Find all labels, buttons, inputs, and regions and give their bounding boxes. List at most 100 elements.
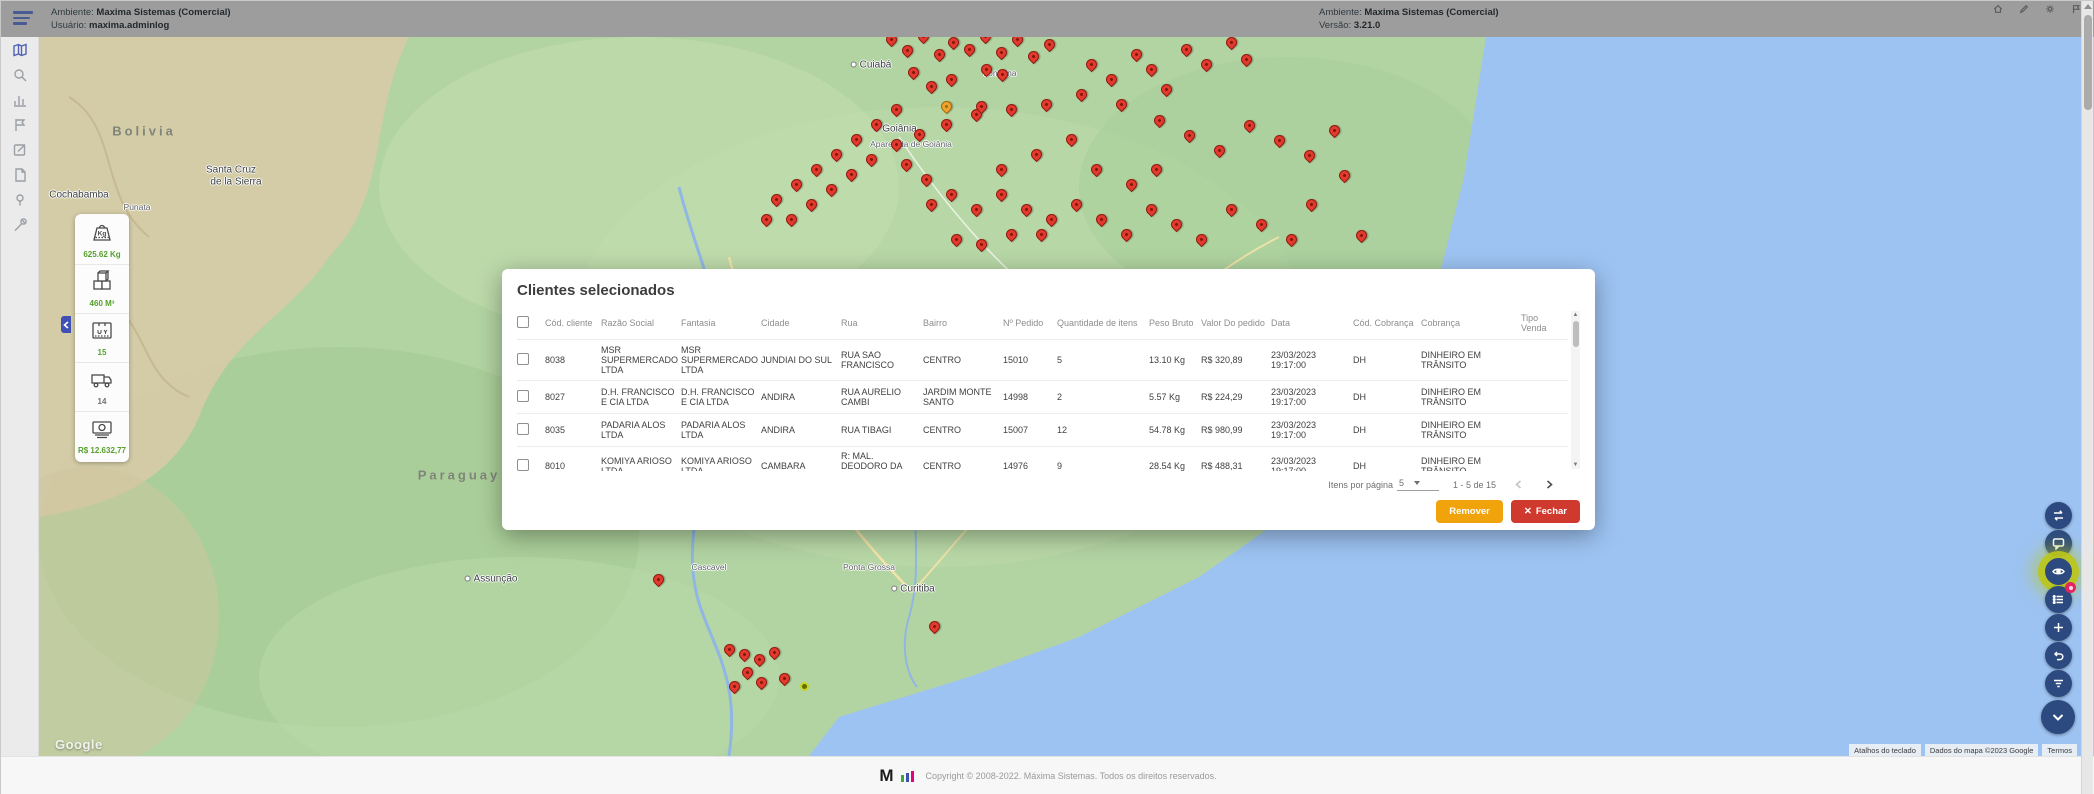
table-cell: 23/03/2023 19:17:00	[1271, 381, 1353, 414]
chevron-down-icon	[2050, 709, 2066, 725]
table-cell: ANDIRA	[761, 381, 841, 414]
table-row[interactable]: 8035PADARIA ALOS LTDAPADARIA ALOS LTDAAN…	[517, 414, 1568, 447]
close-icon: ✕	[1524, 506, 1532, 517]
table-row[interactable]: 8038MSR SUPERMERCADO LTDAMSR SUPERMERCAD…	[517, 340, 1568, 381]
table-cell: CENTRO	[923, 414, 1003, 447]
row-checkbox[interactable]	[517, 423, 529, 435]
keyboard-shortcuts-link[interactable]: Atalhos do teclado	[1849, 744, 1921, 756]
gear-icon[interactable]	[2045, 4, 2055, 14]
row-checkbox[interactable]	[517, 459, 529, 471]
eye-icon	[2052, 565, 2065, 578]
truck-icon	[89, 367, 115, 391]
clients-table-viewport: Cód. clienteRazão SocialFantasiaCidadeRu…	[517, 309, 1580, 471]
map-label: Punata	[124, 202, 151, 212]
flag-icon[interactable]	[2071, 4, 2081, 14]
sidebar-item-edit[interactable]	[1, 137, 39, 162]
prev-page-button[interactable]	[1510, 477, 1527, 492]
list-button[interactable]	[2045, 586, 2072, 613]
next-page-button[interactable]	[1541, 477, 1558, 492]
collapse-button[interactable]	[2041, 700, 2075, 734]
menu-icon[interactable]	[13, 11, 33, 27]
table-scrollbar-thumb[interactable]	[1573, 321, 1579, 347]
plus-icon	[2052, 621, 2065, 634]
svg-text:Kg: Kg	[98, 231, 107, 238]
table-cell: 23/03/2023 19:17:00	[1271, 447, 1353, 472]
column-header: Cód. Cobrança	[1353, 309, 1421, 340]
chat-button[interactable]	[2045, 530, 2072, 557]
table-cell: RUA TIBAGI	[841, 414, 923, 447]
sidebar-item-file[interactable]	[1, 162, 39, 187]
stat-weight-value: 625.62 Kg	[77, 250, 127, 259]
sidebar-item-search[interactable]	[1, 62, 39, 87]
stat-total-value-text: R$ 12.632,77	[77, 446, 127, 455]
page-scrollbar-thumb[interactable]	[2084, 15, 2092, 110]
items-per-page-label: Itens por página	[1328, 480, 1393, 490]
sidebar-item-flag[interactable]	[1, 112, 39, 137]
terms-link[interactable]: Termos	[2042, 744, 2077, 756]
modal-title: Clientes selecionados	[517, 282, 1580, 299]
sidebar-item-chart[interactable]	[1, 87, 39, 112]
file-icon	[12, 167, 28, 183]
remover-button[interactable]: Remover	[1436, 500, 1503, 523]
weight-kg-icon: Kg	[89, 220, 115, 244]
table-cell	[1521, 381, 1568, 414]
row-checkbox[interactable]	[517, 390, 529, 402]
table-cell: RUA AURELIO CAMBI	[841, 381, 923, 414]
column-header: Rua	[841, 309, 923, 340]
depot-marker[interactable]	[800, 682, 809, 691]
scroll-up-icon[interactable]	[2084, 4, 2092, 9]
pencil-icon[interactable]	[2019, 4, 2029, 14]
flag-icon	[12, 117, 28, 133]
route-button[interactable]	[2045, 502, 2072, 529]
scroll-up-icon[interactable]: ▲	[1572, 312, 1579, 318]
table-cell: CAMBARA	[761, 447, 841, 472]
table-cell: JARDIM MONTE SANTO	[923, 381, 1003, 414]
left-sidebar	[1, 37, 39, 756]
select-all-checkbox[interactable]	[517, 316, 529, 328]
table-scrollbar[interactable]: ▲ ▼	[1571, 311, 1580, 469]
filter-button[interactable]	[2045, 670, 2072, 697]
sidebar-item-map[interactable]	[1, 37, 39, 62]
column-header: Bairro	[923, 309, 1003, 340]
column-header: Data	[1271, 309, 1353, 340]
package-icon	[89, 318, 115, 342]
edit-icon	[12, 142, 28, 158]
table-cell: 15007	[1003, 414, 1057, 447]
chat-icon	[2052, 537, 2065, 550]
scroll-down-icon[interactable]: ▼	[1572, 462, 1579, 468]
eye-button[interactable]	[2045, 558, 2072, 585]
column-header: Quantidade de itens	[1057, 309, 1149, 340]
items-per-page-select[interactable]: 5	[1397, 478, 1439, 491]
table-cell: 14976	[1003, 447, 1057, 472]
table-row[interactable]: 8010KOMIYA ARIOSO LTDAKOMIYA ARIOSO LTDA…	[517, 447, 1568, 472]
chevron-down-icon	[1414, 481, 1420, 485]
pagination-range: 1 - 5 de 15	[1453, 480, 1496, 490]
undo-button[interactable]	[2045, 642, 2072, 669]
sidebar-item-pin[interactable]	[1, 187, 39, 212]
table-cell: 54.78 Kg	[1149, 414, 1201, 447]
table-row[interactable]: 8027D.H. FRANCISCO E CIA LTDAD.H. FRANCI…	[517, 381, 1568, 414]
page-scrollbar[interactable]	[2081, 1, 2093, 794]
column-header: Razão Social	[601, 309, 681, 340]
add-button[interactable]	[2045, 614, 2072, 641]
map-label: Ponta Grossa	[843, 562, 895, 572]
list-icon	[2052, 593, 2065, 606]
column-header: Nº Pedido	[1003, 309, 1057, 340]
search-icon	[12, 67, 28, 83]
table-cell: DH	[1353, 447, 1421, 472]
home-icon[interactable]	[1993, 4, 2003, 14]
row-checkbox[interactable]	[517, 353, 529, 365]
column-header: Peso Bruto	[1149, 309, 1201, 340]
footer: M Copyright © 2008-2022. Máxima Sistemas…	[1, 756, 2094, 794]
fechar-button[interactable]: ✕ Fechar	[1511, 500, 1580, 523]
table-cell: DINHEIRO EM TRÂNSITO	[1421, 414, 1521, 447]
stat-weight: Kg 625.62 Kg	[75, 216, 129, 265]
chevron-right-icon	[1545, 480, 1554, 489]
collapse-panel-button[interactable]	[61, 316, 71, 333]
table-cell: R$ 224,29	[1201, 381, 1271, 414]
map-label: Cascavel	[692, 562, 727, 572]
table-cell: DH	[1353, 340, 1421, 381]
sidebar-item-tools[interactable]	[1, 212, 39, 237]
table-cell: DH	[1353, 414, 1421, 447]
map-data-credit: Dados do mapa ©2023 Google	[1925, 744, 2039, 756]
